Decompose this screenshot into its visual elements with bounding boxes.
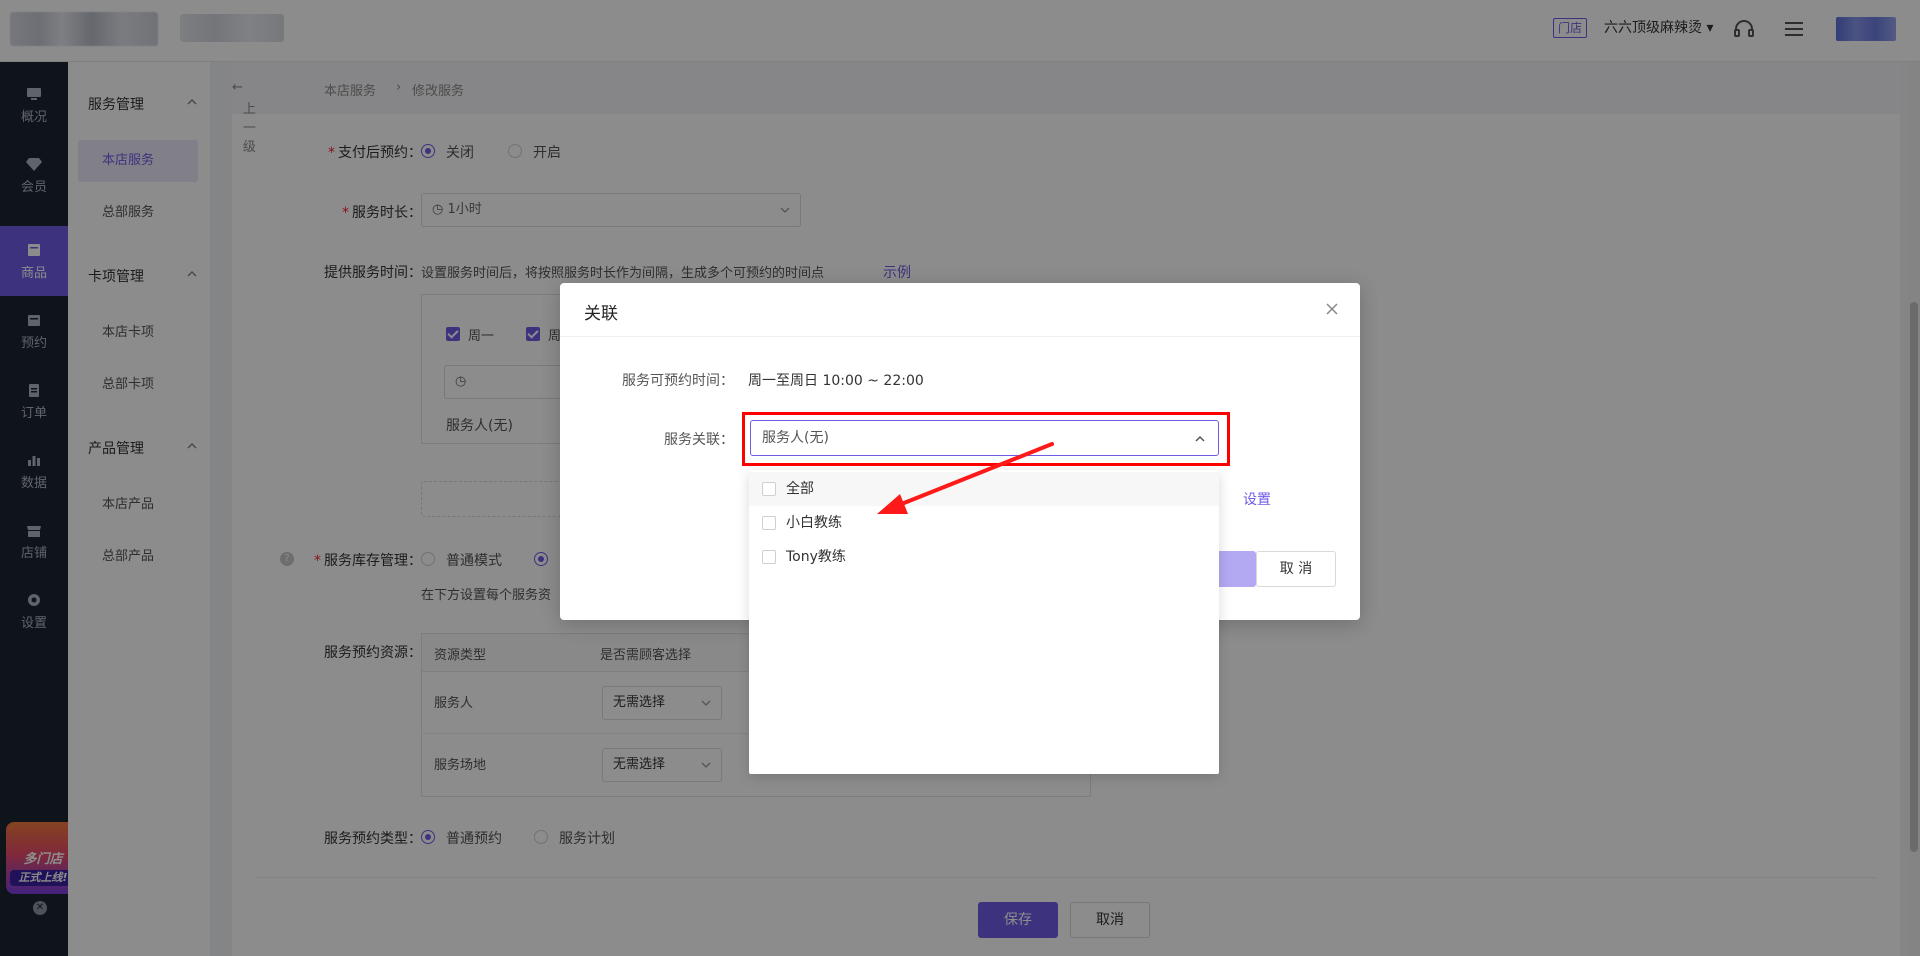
option-tony[interactable]: Tony教练 [749,540,1219,574]
annotation-highlight-box [742,412,1230,466]
bookable-time-label: 服务可预约时间： [622,373,734,389]
modal-divider [560,336,1360,337]
close-icon[interactable] [1324,301,1340,317]
service-link-label: 服务关联： [664,432,734,448]
modal-title: 关联 [584,304,618,324]
checkbox[interactable] [762,550,776,564]
modal-cancel-button[interactable]: 取 消 [1256,551,1336,587]
option-all[interactable]: 全部 [749,472,1219,506]
service-link-dropdown: 全部 小白教练 Tony教练 [749,470,1219,774]
option-label: 小白教练 [786,515,842,531]
option-label: Tony教练 [786,549,846,565]
settings-link[interactable]: 设置 [1243,489,1271,509]
bookable-time-value: 周一至周日 10:00 ~ 22:00 [748,373,924,389]
option-label: 全部 [786,481,814,497]
option-xiaobai[interactable]: 小白教练 [749,506,1219,540]
checkbox[interactable] [762,482,776,496]
checkbox[interactable] [762,516,776,530]
